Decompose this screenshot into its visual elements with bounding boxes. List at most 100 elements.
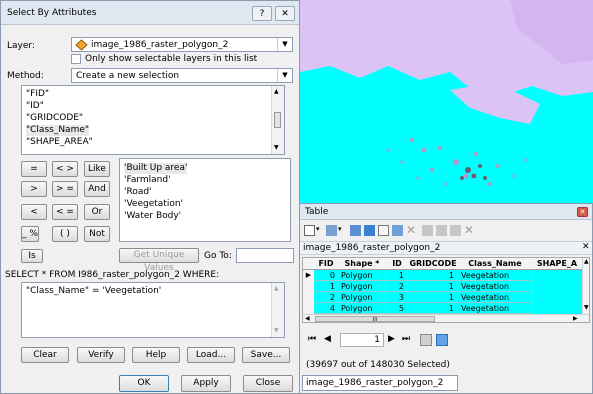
sql-expression-box[interactable]: "Class_Name" = 'Veegetation' ▲ ▼ [21,282,285,338]
field-item[interactable]: "FID" [26,89,49,100]
scroll-up-icon[interactable]: ▲ [584,258,589,265]
only-selectable-checkbox[interactable] [71,54,81,64]
scroll-up-icon[interactable]: ▲ [274,88,279,95]
table-cell[interactable]: 1 [408,281,458,292]
column-header[interactable]: ID [386,258,409,270]
close-icon[interactable]: ✕ [582,242,590,252]
clear-button[interactable]: Clear [21,347,69,363]
cut-icon[interactable] [450,225,461,236]
table-options-icon[interactable] [304,225,315,236]
sql-expression-text[interactable]: "Class_Name" = 'Veegetation' [26,286,161,297]
column-header[interactable]: Class_Name [458,258,533,270]
scroll-down-icon[interactable]: ▼ [274,327,279,334]
ok-button[interactable]: OK [119,375,169,392]
table-cell[interactable]: 0 [314,270,338,281]
map-view[interactable] [300,0,593,205]
table-cell[interactable]: 4 [314,303,338,314]
operator-parentheses-button[interactable]: ( ) [52,226,78,242]
table-cell[interactable]: 1 [386,270,408,281]
table-cell[interactable]: 1 [408,303,458,314]
column-header[interactable]: FID [314,258,339,270]
apply-button[interactable]: Apply [181,375,231,392]
table-cell[interactable]: Veegetation [458,303,532,314]
field-list[interactable]: "FID" "ID" "GRIDCODE" "Class_Name" "SHAP… [21,85,285,155]
operator-greater-button[interactable]: > [21,181,47,197]
scroll-down-icon[interactable]: ▼ [274,144,279,151]
scroll-right-icon[interactable]: ▶ [573,315,578,322]
value-item[interactable]: 'Water Body' [124,211,181,222]
table-cell[interactable]: 2 [386,281,408,292]
scroll-left-icon[interactable]: ◀ [305,315,310,322]
operator-greater-equal-button[interactable]: > = [52,181,78,197]
operator-or-button[interactable]: Or [84,204,110,220]
get-unique-values-button[interactable]: Get Unique Values [119,248,199,273]
save-button[interactable]: Save... [242,347,290,363]
close-icon[interactable]: ✕ [577,207,588,217]
help-button[interactable]: Help [132,347,180,363]
attribute-grid[interactable]: FID Shape * ID GRIDCODE Class_Name SHAPE… [302,257,590,323]
operator-equals-button[interactable]: = [21,161,47,177]
value-item[interactable]: 'Farmland' [124,175,171,186]
close-button[interactable]: Close [243,375,293,392]
delete-selected-icon[interactable]: ✕ [406,223,416,237]
operator-not-button[interactable]: Not [84,226,110,242]
table-tab[interactable]: image_1986_raster_polygon_2 [302,375,458,391]
show-selected-records-icon[interactable] [436,334,448,346]
field-item-selected[interactable]: "Class_Name" [26,125,90,136]
field-list-scrollbar[interactable]: ▲ ▼ [271,86,284,154]
copy-icon[interactable] [422,225,433,236]
column-header[interactable]: Shape * [338,258,387,270]
table-cell[interactable]: Veegetation [458,292,532,303]
table-cell[interactable]: Polygon [338,303,386,314]
column-header[interactable]: SHAPE_A [532,258,583,270]
table-layer-tab[interactable]: image_1986_raster_polygon_2 ✕ [300,241,592,255]
field-item[interactable]: "ID" [26,101,44,112]
table-cell[interactable]: 3 [386,292,408,303]
operator-is-button[interactable]: Is [21,249,43,263]
previous-record-icon[interactable]: ◀ [324,334,331,344]
scroll-thumb[interactable]: III [315,316,435,322]
operator-and-button[interactable]: And [84,181,110,197]
operator-not-equal-button[interactable]: < > [52,161,78,177]
zoom-to-selected-icon[interactable] [392,225,403,236]
paste-icon[interactable] [436,225,447,236]
operator-less-equal-button[interactable]: < = [52,204,78,220]
last-record-icon[interactable]: ⏭ [402,334,410,344]
select-by-attributes-icon[interactable] [350,225,361,236]
scroll-down-icon[interactable]: ▼ [584,304,589,311]
load-button[interactable]: Load... [187,347,235,363]
go-to-input[interactable] [236,248,294,263]
clear-selection-icon[interactable] [378,225,389,236]
next-record-icon[interactable]: ▶ [388,334,395,344]
first-record-icon[interactable]: ⏮ [308,334,316,344]
table-cell[interactable]: 1 [408,270,458,281]
table-cell[interactable]: Polygon [338,292,386,303]
show-all-records-icon[interactable] [420,334,432,346]
field-item[interactable]: "GRIDCODE" [26,113,83,124]
value-item-selected[interactable]: 'Built Up area' [124,163,188,174]
field-item[interactable]: "SHAPE_AREA" [26,137,93,148]
column-header[interactable]: GRIDCODE [408,258,459,270]
operator-like-button[interactable]: Like [84,161,110,177]
table-cell[interactable]: 5 [386,303,408,314]
map-canvas[interactable] [300,0,593,205]
table-cell[interactable]: 1 [314,281,338,292]
table-cell[interactable]: 2 [314,292,338,303]
related-tables-icon[interactable] [326,225,337,236]
unique-values-list[interactable]: 'Built Up area' 'Farmland' 'Road' 'Veege… [119,158,291,242]
scroll-thumb[interactable] [274,112,281,128]
sql-box-scrollbar[interactable]: ▲ ▼ [271,283,284,337]
record-number-input[interactable]: 1 [340,333,384,347]
operator-less-button[interactable]: < [21,204,47,220]
chevron-down-icon[interactable]: ▾ [316,225,320,233]
verify-button[interactable]: Verify [77,347,125,363]
close-icon[interactable]: ✕ [275,6,295,21]
layer-dropdown[interactable]: image_1986_raster_polygon_2 ▼ [71,37,293,52]
table-cell[interactable]: Veegetation [458,270,532,281]
value-item[interactable]: 'Veegetation' [124,199,183,210]
method-dropdown[interactable]: Create a new selection ▼ [71,68,293,83]
help-icon[interactable]: ? [252,6,272,21]
table-cell[interactable]: Veegetation [458,281,532,292]
operator-wildcard-button[interactable]: _ % [21,226,39,242]
table-cell[interactable]: Polygon [338,270,386,281]
